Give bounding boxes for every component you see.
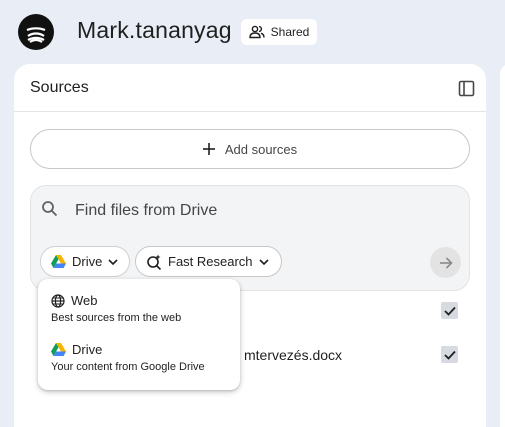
search-icon <box>42 201 58 217</box>
source-chip-label: Drive <box>72 254 103 269</box>
shared-button[interactable]: Shared <box>241 19 317 45</box>
source-checkbox[interactable] <box>441 346 458 363</box>
menu-item-drive[interactable]: Drive Your content from Google Drive <box>51 342 236 373</box>
add-sources-button[interactable]: Add sources <box>30 129 470 169</box>
notebook-title[interactable]: Mark.tananyag <box>77 17 232 44</box>
collapse-panel-button[interactable] <box>456 78 476 98</box>
source-checkbox[interactable] <box>441 302 458 319</box>
checkmark-icon <box>443 350 456 360</box>
sparkle-search-icon <box>147 254 162 270</box>
plus-icon <box>202 143 215 155</box>
search-input[interactable] <box>75 200 445 222</box>
chevron-down-icon <box>258 258 269 265</box>
app-logo[interactable] <box>18 14 54 50</box>
menu-item-drive-title: Drive <box>72 342 103 357</box>
chevron-down-icon <box>108 258 118 265</box>
checkmark-icon <box>443 306 456 316</box>
menu-item-web-subtitle: Best sources from the web <box>51 312 182 324</box>
panel-header: Sources <box>14 64 486 112</box>
source-name: mtervezés.docx <box>244 347 343 363</box>
add-sources-label: Add sources <box>224 141 298 157</box>
source-type-dropdown[interactable]: Drive <box>40 246 130 277</box>
shared-label: Shared <box>270 25 310 39</box>
google-drive-icon <box>51 255 66 268</box>
panel-title: Sources <box>30 79 89 96</box>
globe-icon <box>51 293 65 308</box>
logo-icon <box>26 27 46 43</box>
menu-item-web[interactable]: Web Best sources from the web <box>51 293 236 324</box>
research-chip-label: Fast Research <box>168 254 253 269</box>
submit-search-button[interactable] <box>430 247 461 278</box>
side-panel-icon <box>458 80 474 96</box>
research-mode-dropdown[interactable]: Fast Research <box>135 246 282 277</box>
menu-item-web-title: Web <box>71 293 98 308</box>
arrow-right-icon <box>439 256 453 269</box>
chat-panel-edge <box>500 64 505 427</box>
source-type-menu: Web Best sources from the web Drive Your… <box>38 279 240 390</box>
source-search-box: Drive Fast Research <box>30 185 470 291</box>
google-drive-icon <box>51 343 66 356</box>
people-icon <box>248 25 265 39</box>
menu-item-drive-subtitle: Your content from Google Drive <box>51 361 205 373</box>
